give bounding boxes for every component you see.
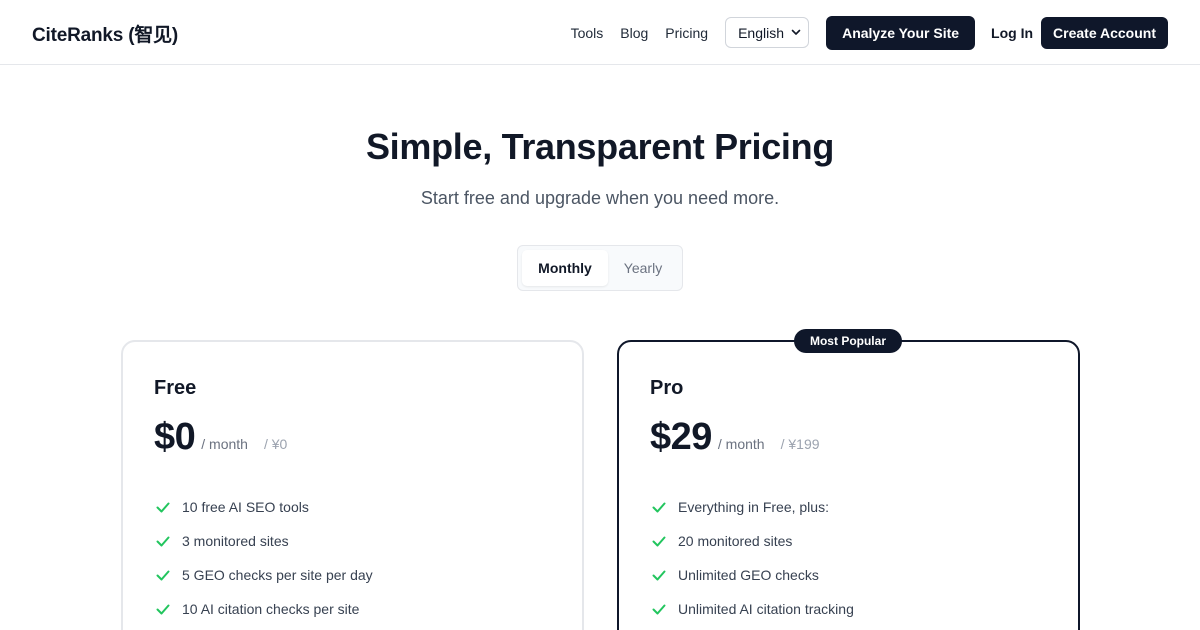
feature-list: 10 free AI SEO tools 3 monitored sites 5… <box>154 490 373 626</box>
feature-text: 3 monitored sites <box>182 533 289 549</box>
site-header: CiteRanks (智见) Tools Blog Pricing Englis… <box>0 0 1200 65</box>
check-icon <box>652 604 666 615</box>
nav-tools-link[interactable]: Tools <box>571 25 604 41</box>
price-cny: / ¥0 <box>263 436 288 452</box>
feature-text: 20 monitored sites <box>678 533 793 549</box>
feature-item: Unlimited GEO checks <box>650 558 854 592</box>
price-period: / month <box>201 436 248 452</box>
toggle-monthly[interactable]: Monthly <box>522 250 608 286</box>
feature-text: 10 free AI SEO tools <box>182 499 309 515</box>
analyze-site-button[interactable]: Analyze Your Site <box>826 15 976 50</box>
create-account-button[interactable]: Create Account <box>1041 16 1168 49</box>
plan-name: Pro <box>650 377 684 399</box>
plan-card-pro: Pro $29 / month / ¥199 Everything in Fre… <box>617 340 1080 630</box>
feature-text: Everything in Free, plus: <box>678 499 829 515</box>
feature-item: 10 free AI SEO tools <box>154 490 373 524</box>
language-select-value: English <box>738 24 784 41</box>
page-subtitle: Start free and upgrade when you need mor… <box>420 188 780 208</box>
plan-name: Free <box>154 377 197 399</box>
feature-text: Unlimited AI citation tracking <box>678 601 854 617</box>
check-icon <box>156 502 170 513</box>
check-icon <box>156 570 170 581</box>
check-icon <box>156 604 170 615</box>
feature-item: Everything in Free, plus: <box>650 490 854 524</box>
toggle-yearly[interactable]: Yearly <box>608 250 678 286</box>
billing-toggle: Monthly Yearly <box>517 245 683 291</box>
plan-price: $0 <box>154 416 196 458</box>
top-nav: Tools Blog Pricing English Analyze Your … <box>571 15 1168 50</box>
plan-price: $29 <box>650 416 712 458</box>
most-popular-badge: Most Popular <box>794 329 902 353</box>
price-cny: / ¥199 <box>780 436 820 452</box>
feature-item: 3 monitored sites <box>154 524 373 558</box>
feature-text: Unlimited GEO checks <box>678 567 819 583</box>
language-select[interactable]: English <box>725 17 810 48</box>
login-link[interactable]: Log In <box>991 25 1033 41</box>
feature-text: 10 AI citation checks per site <box>182 601 360 617</box>
nav-blog-link[interactable]: Blog <box>620 25 648 41</box>
check-icon <box>652 536 666 547</box>
feature-list: Everything in Free, plus: 20 monitored s… <box>650 490 854 626</box>
feature-item: 10 AI citation checks per site <box>154 592 373 626</box>
feature-item: 20 monitored sites <box>650 524 854 558</box>
price-period: / month <box>717 436 765 452</box>
plan-card-free: Free $0 / month / ¥0 10 free AI SEO tool… <box>121 340 584 630</box>
check-icon <box>652 502 666 513</box>
chevron-down-icon <box>791 29 801 35</box>
feature-item: Unlimited AI citation tracking <box>650 592 854 626</box>
page-title: Simple, Transparent Pricing <box>365 126 835 167</box>
check-icon <box>652 570 666 581</box>
brand-logo[interactable]: CiteRanks (智见) <box>32 20 178 47</box>
feature-item: 5 GEO checks per site per day <box>154 558 373 592</box>
price-row: $0 / month / ¥0 <box>154 416 287 459</box>
feature-text: 5 GEO checks per site per day <box>182 567 373 583</box>
price-row: $29 / month / ¥199 <box>650 416 820 459</box>
check-icon <box>156 536 170 547</box>
nav-pricing-link[interactable]: Pricing <box>665 25 708 41</box>
